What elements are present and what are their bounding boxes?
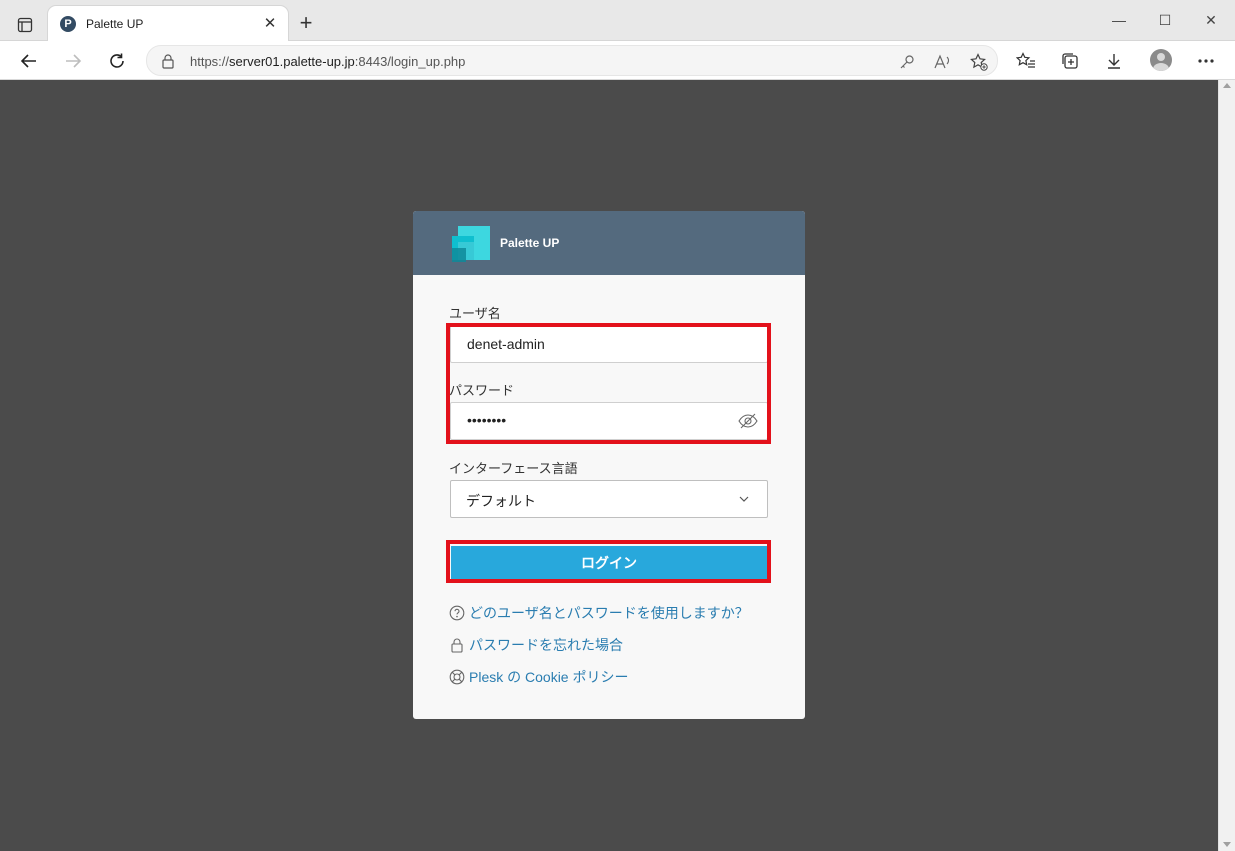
- help-credentials-link[interactable]: どのユーザ名とパスワードを使用しますか？: [449, 603, 749, 623]
- back-button[interactable]: [15, 47, 43, 75]
- brand-name: Palette UP: [500, 236, 560, 250]
- chevron-down-icon: [739, 496, 749, 502]
- key-icon: [900, 55, 914, 69]
- login-card: Palette UP ユーザ名 denet-admin パスワード ••••••…: [413, 211, 805, 719]
- help-credentials-link-text: どのユーザ名とパスワードを使用しますか？: [469, 605, 749, 621]
- collections-button[interactable]: [1059, 50, 1081, 72]
- lifebuoy-icon: [449, 669, 465, 685]
- forward-button[interactable]: [59, 47, 87, 75]
- window-close-button[interactable]: ✕: [1196, 10, 1226, 30]
- profile-avatar[interactable]: [1150, 49, 1172, 71]
- read-aloud-icon: [934, 54, 950, 69]
- forgot-password-link-text: パスワードを忘れた場合: [469, 637, 623, 653]
- refresh-icon: [110, 53, 124, 68]
- minimize-button[interactable]: —: [1104, 10, 1134, 30]
- new-tab-button[interactable]: +: [294, 12, 318, 36]
- download-icon: [1108, 54, 1120, 69]
- forward-arrow-icon: [66, 54, 82, 68]
- language-select[interactable]: デフォルト: [450, 480, 768, 518]
- settings-more-button[interactable]: [1195, 50, 1217, 72]
- password-key-button[interactable]: [897, 52, 917, 72]
- credentials-highlight-box: [446, 323, 771, 444]
- tab-title: Palette UP: [86, 17, 144, 31]
- refresh-button[interactable]: [103, 47, 131, 75]
- more-dots-icon: [1198, 59, 1214, 63]
- favorites-list-icon: [1016, 52, 1035, 68]
- address-bar[interactable]: https://server01.palette-up.jp:8443/logi…: [146, 45, 998, 76]
- language-selected-value: デフォルト: [466, 493, 536, 509]
- favorites-button[interactable]: [1015, 50, 1037, 72]
- star-add-icon: [970, 53, 988, 71]
- lock-icon: [449, 637, 465, 653]
- tab-close-button[interactable]: ✕: [260, 14, 280, 34]
- language-label: インターフェース言語: [449, 461, 578, 476]
- browser-tab[interactable]: P Palette UP ✕: [48, 6, 288, 41]
- lock-icon: [162, 54, 174, 69]
- help-icon: [449, 605, 465, 621]
- add-favorite-button[interactable]: [969, 52, 989, 72]
- cookie-policy-link[interactable]: Plesk の Cookie ポリシー: [449, 667, 628, 687]
- forgot-password-link[interactable]: パスワードを忘れた場合: [449, 635, 623, 655]
- maximize-button[interactable]: ☐: [1150, 10, 1180, 30]
- tab-actions-button[interactable]: [12, 12, 38, 38]
- tab-actions-icon: [17, 17, 33, 33]
- scroll-up-arrow-icon[interactable]: [1223, 83, 1231, 88]
- back-arrow-icon: [20, 54, 36, 68]
- read-aloud-button[interactable]: [933, 52, 953, 72]
- card-header: Palette UP: [413, 211, 805, 275]
- username-label: ユーザ名: [449, 306, 501, 321]
- downloads-button[interactable]: [1103, 50, 1125, 72]
- palette-up-logo: [452, 226, 490, 262]
- tab-favicon-icon: P: [60, 16, 76, 32]
- scroll-down-arrow-icon[interactable]: [1223, 842, 1231, 847]
- login-highlight-box: [446, 540, 771, 583]
- tab-bar: P Palette UP ✕ + — ☐ ✕: [0, 0, 1235, 41]
- vertical-scrollbar[interactable]: [1218, 80, 1235, 851]
- collections-icon: [1062, 53, 1078, 69]
- url-text: https://server01.palette-up.jp:8443/logi…: [190, 54, 466, 69]
- browser-toolbar: https://server01.palette-up.jp:8443/logi…: [0, 41, 1235, 80]
- cookie-policy-link-text: Plesk の Cookie ポリシー: [469, 669, 629, 685]
